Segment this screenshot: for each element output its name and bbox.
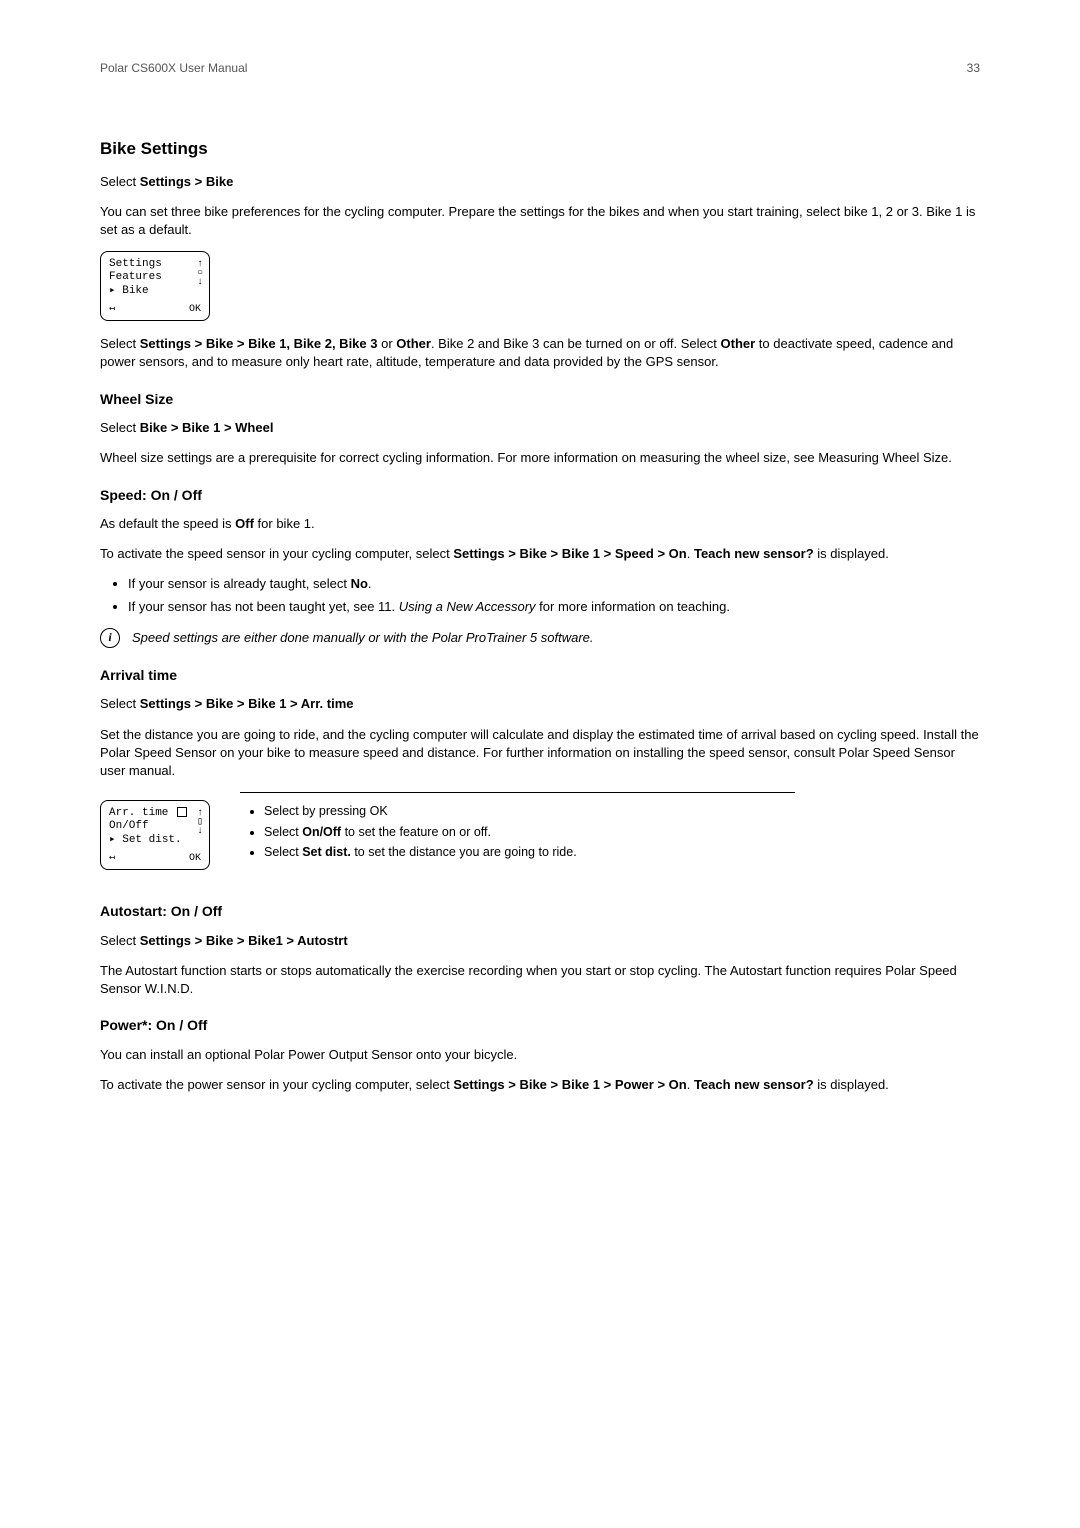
list-item: Select On/Off to set the feature on or o… xyxy=(264,824,980,842)
body-text: Select Settings > Bike > Bike 1, Bike 2,… xyxy=(100,335,980,371)
arrival-bullets: Select by pressing OK Select On/Off to s… xyxy=(240,803,980,862)
bike-settings-title: Bike Settings xyxy=(100,137,980,161)
info-icon: i xyxy=(100,628,120,648)
body-text: Set the distance you are going to ride, … xyxy=(100,726,980,781)
body-text: You can set three bike preferences for t… xyxy=(100,203,980,239)
info-note: i Speed settings are either done manuall… xyxy=(100,628,980,648)
screen-line: ▸ Bike xyxy=(109,285,201,298)
screen-line: Arr. time xyxy=(109,807,201,820)
power-title: Power*: On / Off xyxy=(100,1016,980,1036)
page-header: Polar CS600X User Manual 33 xyxy=(100,60,980,77)
speed-bullets: If your sensor is already taught, select… xyxy=(100,575,980,615)
arrival-title: Arrival time xyxy=(100,666,980,686)
checkbox-icon xyxy=(177,807,187,817)
screen-line: ▸ Set dist. xyxy=(109,834,201,847)
device-screen-arrival: Arr. time On/Off ▸ Set dist. ↑▯↓ ↤ OK xyxy=(100,800,210,870)
ok-label: OK xyxy=(189,304,201,316)
body-text: To activate the power sensor in your cyc… xyxy=(100,1076,980,1094)
speed-title: Speed: On / Off xyxy=(100,486,980,506)
arrival-display: Arr. time On/Off ▸ Set dist. ↑▯↓ ↤ OK Se… xyxy=(100,792,980,884)
back-arrow-icon: ↤ xyxy=(109,853,115,865)
body-text: Wheel size settings are a prerequisite f… xyxy=(100,449,980,467)
ok-label: OK xyxy=(189,853,201,865)
wheel-size-title: Wheel Size xyxy=(100,390,980,410)
list-item: If your sensor is already taught, select… xyxy=(128,575,980,593)
scroll-arrows-icon: ↑○↓ xyxy=(197,260,203,287)
list-item: If your sensor has not been taught yet, … xyxy=(128,598,980,616)
body-text: You can install an optional Polar Power … xyxy=(100,1046,980,1064)
back-arrow-icon: ↤ xyxy=(109,304,115,316)
scroll-arrows-icon: ↑▯↓ xyxy=(197,809,203,836)
list-item: Select Set dist. to set the distance you… xyxy=(264,844,980,862)
manual-title: Polar CS600X User Manual xyxy=(100,60,247,77)
device-screen-bike: Settings Features ▸ Bike ↑○↓ ↤ OK xyxy=(100,251,210,321)
body-text: The Autostart function starts or stops a… xyxy=(100,962,980,998)
screen-line: Settings xyxy=(109,258,201,271)
list-item: Select by pressing OK xyxy=(264,803,980,821)
divider xyxy=(240,792,795,793)
autostart-title: Autostart: On / Off xyxy=(100,902,980,922)
info-text: Speed settings are either done manually … xyxy=(132,629,594,647)
page-number: 33 xyxy=(967,60,980,77)
body-text: Select Bike > Bike 1 > Wheel xyxy=(100,419,980,437)
screen-line: Features xyxy=(109,271,201,284)
body-text: Select Settings > Bike > Bike 1 > Arr. t… xyxy=(100,695,980,713)
body-text: Select Settings > Bike > Bike1 > Autostr… xyxy=(100,932,980,950)
screen-line: On/Off xyxy=(109,820,201,833)
body-text: As default the speed is Off for bike 1. xyxy=(100,515,980,533)
body-text: Select Settings > Bike xyxy=(100,173,980,191)
body-text: To activate the speed sensor in your cyc… xyxy=(100,545,980,563)
